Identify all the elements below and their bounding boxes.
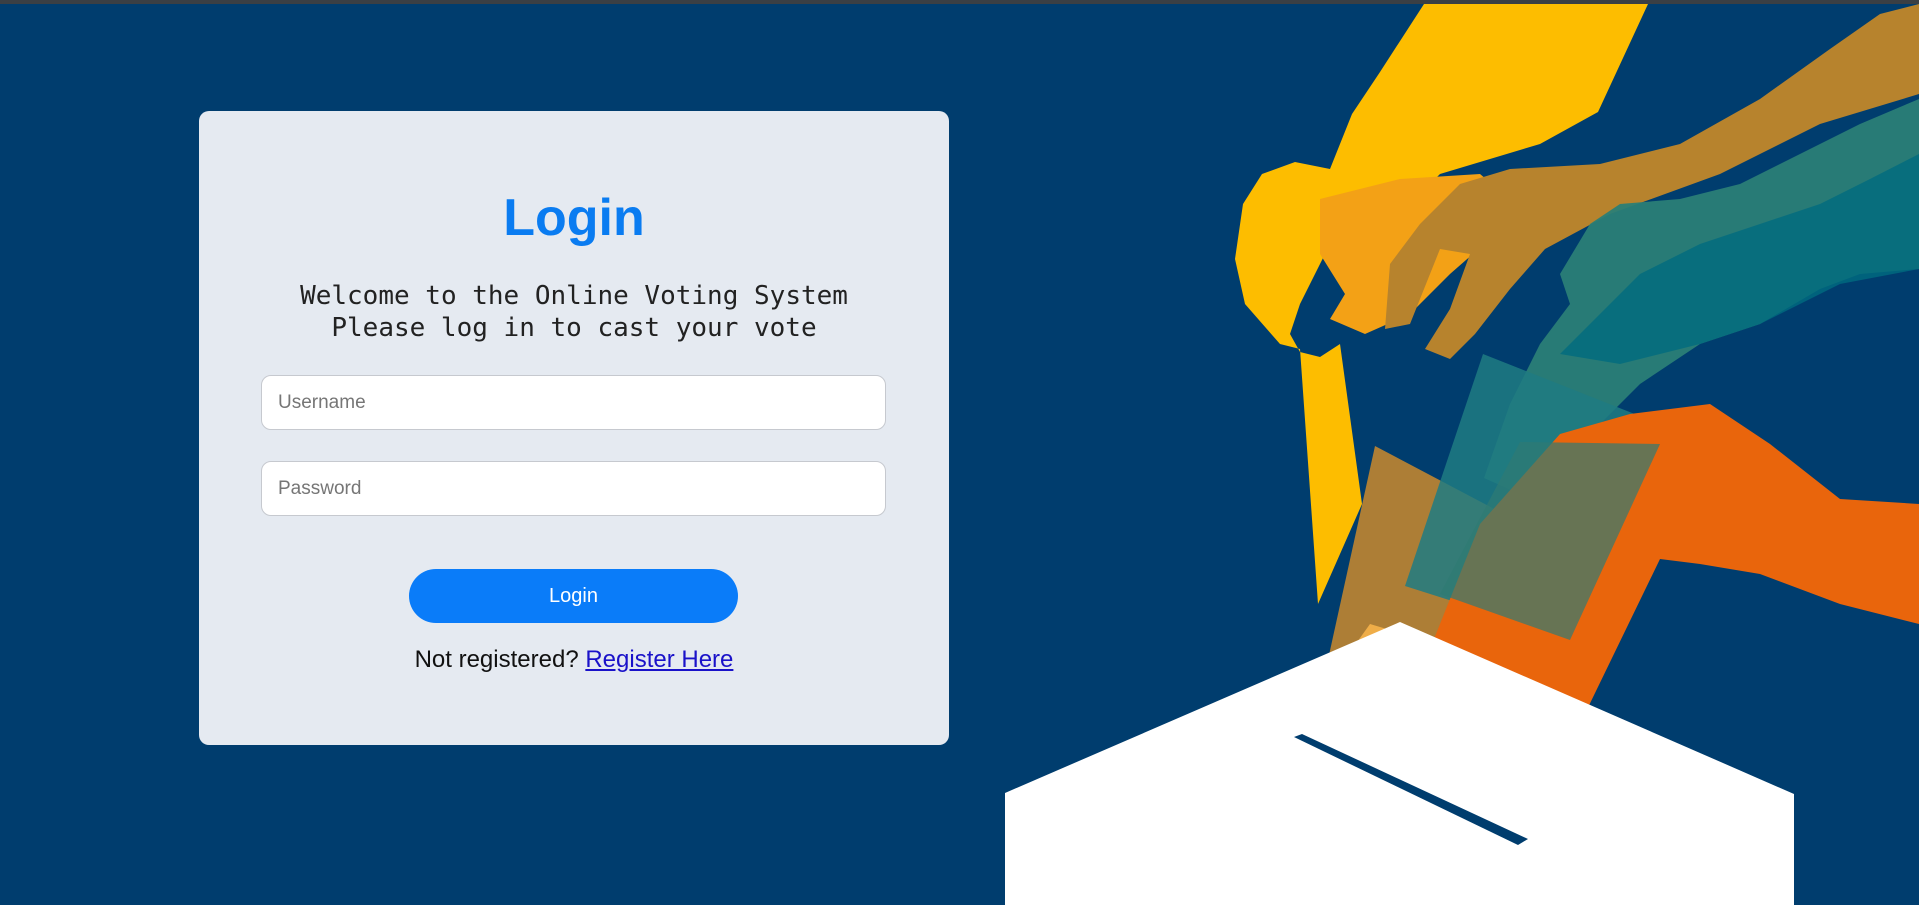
login-button[interactable]: Login bbox=[409, 569, 738, 623]
welcome-line-1: Welcome to the Online Voting System bbox=[300, 281, 848, 311]
register-prompt: Not registered? Register Here bbox=[0, 646, 1148, 674]
ballot-box-voting-hands-illustration bbox=[1005, 4, 1919, 905]
login-title: Login bbox=[503, 189, 645, 247]
register-link[interactable]: Register Here bbox=[585, 646, 733, 673]
welcome-line-2: Please log in to cast your vote bbox=[331, 313, 817, 343]
not-registered-text: Not registered? bbox=[414, 646, 586, 673]
ballot-box-shape bbox=[1005, 622, 1794, 905]
username-input[interactable] bbox=[261, 375, 886, 430]
welcome-message: Welcome to the Online Voting System Plea… bbox=[199, 280, 949, 344]
password-input[interactable] bbox=[261, 461, 886, 516]
